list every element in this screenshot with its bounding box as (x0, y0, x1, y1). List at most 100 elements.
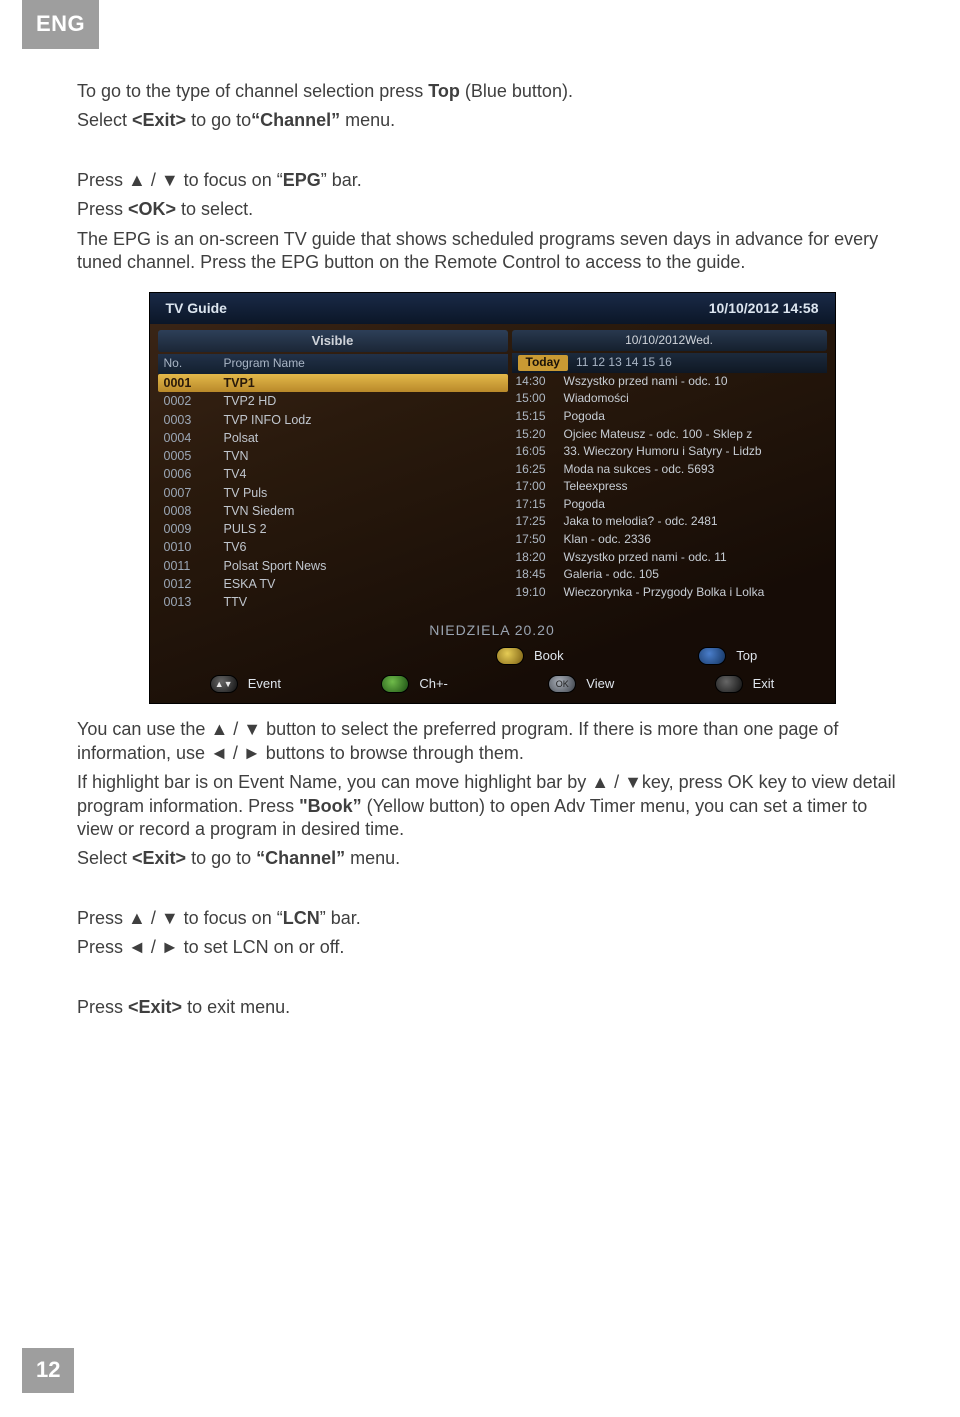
txt: Select (77, 110, 132, 130)
channel-row[interactable]: 0003TVP INFO Lodz (158, 411, 508, 429)
event-row[interactable]: 14:30 Wszystko przed nami - odc. 10 (512, 373, 827, 391)
event-row[interactable]: 17:25 Jaka to melodia? - odc. 2481 (512, 513, 827, 531)
event-time: 16:05 (516, 444, 556, 460)
arrows-button-icon: ▲▼ (210, 675, 238, 693)
event-time: 14:30 (516, 374, 556, 390)
event-time: 18:45 (516, 567, 556, 583)
para-exit-menu: Press <Exit> to exit menu. (77, 996, 907, 1019)
channel-no: 0003 (164, 412, 224, 428)
channel-row[interactable]: 0008TVN Siedem (158, 502, 508, 520)
bold-epg: EPG (283, 170, 321, 190)
tv-button-row-2: ▲▼Event Ch+- OKView Exit (150, 675, 835, 703)
channel-row[interactable]: 0013TTV (158, 593, 508, 611)
event-row[interactable]: 17:15 Pogoda (512, 496, 827, 514)
channel-name: TVP INFO Lodz (224, 412, 312, 428)
language-tab: ENG (22, 0, 99, 49)
para-exit-channel-2: Select <Exit> to go to “Channel” menu. (77, 847, 907, 870)
bold-book: "Book” (299, 796, 362, 816)
col-no: No. (164, 356, 224, 372)
label: Ch+- (419, 676, 448, 693)
visible-header: Visible (158, 330, 508, 353)
channel-name: TVP1 (224, 375, 255, 391)
tv-channel-pane: Visible No. Program Name 0001TVP10002TVP… (158, 324, 508, 612)
event-title: Wszystko przed nami - odc. 10 (564, 374, 728, 390)
channel-row[interactable]: 0005TVN (158, 447, 508, 465)
today-chip[interactable]: Today (518, 355, 568, 371)
event-time: 17:15 (516, 497, 556, 513)
channel-row[interactable]: 0009PULS 2 (158, 520, 508, 538)
event-row[interactable]: 18:20Wszystko przed nami - odc. 11 (512, 549, 827, 567)
event-row[interactable]: 16:25Moda na sukces - odc. 5693 (512, 461, 827, 479)
date-bar: 10/10/2012Wed. (512, 330, 827, 352)
channel-name: TV6 (224, 539, 247, 555)
btn-exit[interactable]: Exit (715, 675, 775, 693)
event-title: 33. Wieczory Humoru i Satyry - Lidzb (564, 444, 762, 460)
day-bar[interactable]: Today 11 12 13 14 15 16 (512, 353, 827, 373)
tv-event-pane: 10/10/2012Wed. Today 11 12 13 14 15 16 1… (512, 324, 827, 612)
bold-channel: “Channel” (251, 110, 340, 130)
txt: (Blue button). (460, 81, 573, 101)
event-row[interactable]: 15:15Pogoda (512, 408, 827, 426)
channel-row[interactable]: 0010TV6 (158, 538, 508, 556)
txt: menu. (340, 110, 395, 130)
event-time: 17:25 (516, 514, 556, 530)
channel-no: 0012 (164, 576, 224, 592)
channel-row[interactable]: 0002TVP2 HD (158, 392, 508, 410)
channel-no: 0004 (164, 430, 224, 446)
btn-event[interactable]: ▲▼Event (210, 675, 281, 693)
yellow-button-icon (496, 647, 524, 665)
channel-no: 0005 (164, 448, 224, 464)
event-title: Klan - odc. 2336 (564, 532, 651, 548)
btn-ch[interactable]: Ch+- (381, 675, 448, 693)
txt: Press (77, 997, 128, 1017)
btn-book[interactable]: Book (496, 647, 564, 665)
channel-no: 0006 (164, 466, 224, 482)
channel-name: ESKA TV (224, 576, 276, 592)
btn-top[interactable]: Top (698, 647, 757, 665)
tv-header: TV Guide 10/10/2012 14:58 (150, 293, 835, 323)
col-name: Program Name (224, 356, 305, 372)
channel-row[interactable]: 0012ESKA TV (158, 575, 508, 593)
event-row[interactable]: 17:50 Klan - odc. 2336 (512, 531, 827, 549)
background-caption: NIEDZIELA 20.20 (150, 617, 835, 641)
channel-row[interactable]: 0004Polsat (158, 429, 508, 447)
tv-button-row-1: Book Top (150, 641, 835, 675)
channel-no: 0013 (164, 594, 224, 610)
event-time: 19:10 (516, 585, 556, 601)
bold-ok: <OK> (128, 199, 176, 219)
channel-row[interactable]: 0007TV Puls (158, 484, 508, 502)
event-title: Wieczorynka - Przygody Bolka i Lolka (564, 585, 765, 601)
bold-top: Top (428, 81, 460, 101)
channel-row[interactable]: 0001TVP1 (158, 374, 508, 392)
tv-guide-screenshot: TV Guide 10/10/2012 14:58 Visible No. Pr… (149, 292, 836, 704)
event-list[interactable]: 14:30 Wszystko przed nami - odc. 1015:00W… (512, 373, 827, 602)
channel-name: TV Puls (224, 485, 268, 501)
txt: Press ▲ / ▼ to focus on “ (77, 170, 283, 190)
event-title: Pogoda (564, 497, 605, 513)
para-book-yellow: If highlight bar is on Event Name, you c… (77, 771, 907, 841)
label: Exit (753, 676, 775, 693)
para-lcn-focus: Press ▲ / ▼ to focus on “LCN” bar. (77, 907, 907, 930)
event-row[interactable]: 15:20Ojciec Mateusz - odc. 100 - Sklep z (512, 426, 827, 444)
bold-exit: <Exit> (132, 110, 186, 130)
channel-name: Polsat Sport News (224, 558, 327, 574)
event-title: Moda na sukces - odc. 5693 (564, 462, 715, 478)
event-title: Pogoda (564, 409, 605, 425)
event-time: 17:50 (516, 532, 556, 548)
event-row[interactable]: 19:10 Wieczorynka - Przygody Bolka i Lolk… (512, 584, 827, 602)
event-row[interactable]: 16:05 33. Wieczory Humoru i Satyry - Lidz… (512, 443, 827, 461)
channel-row[interactable]: 0011Polsat Sport News (158, 557, 508, 575)
event-row[interactable]: 17:00Teleexpress (512, 478, 827, 496)
para-top-blue: To go to the type of channel selection p… (77, 80, 907, 103)
btn-view[interactable]: OKView (548, 675, 614, 693)
event-row[interactable]: 18:45Galeria - odc. 105 (512, 566, 827, 584)
channel-name: TVN (224, 448, 249, 464)
bold-exit: <Exit> (132, 848, 186, 868)
channel-row[interactable]: 0006TV4 (158, 465, 508, 483)
event-title: Jaka to melodia? - odc. 2481 (564, 514, 718, 530)
txt: Press (77, 199, 128, 219)
event-time: 15:20 (516, 427, 556, 443)
event-row[interactable]: 15:00Wiadomości (512, 390, 827, 408)
txt: To go to the type of channel selection p… (77, 81, 428, 101)
channel-list[interactable]: 0001TVP10002TVP2 HD0003TVP INFO Lodz0004… (158, 374, 508, 611)
